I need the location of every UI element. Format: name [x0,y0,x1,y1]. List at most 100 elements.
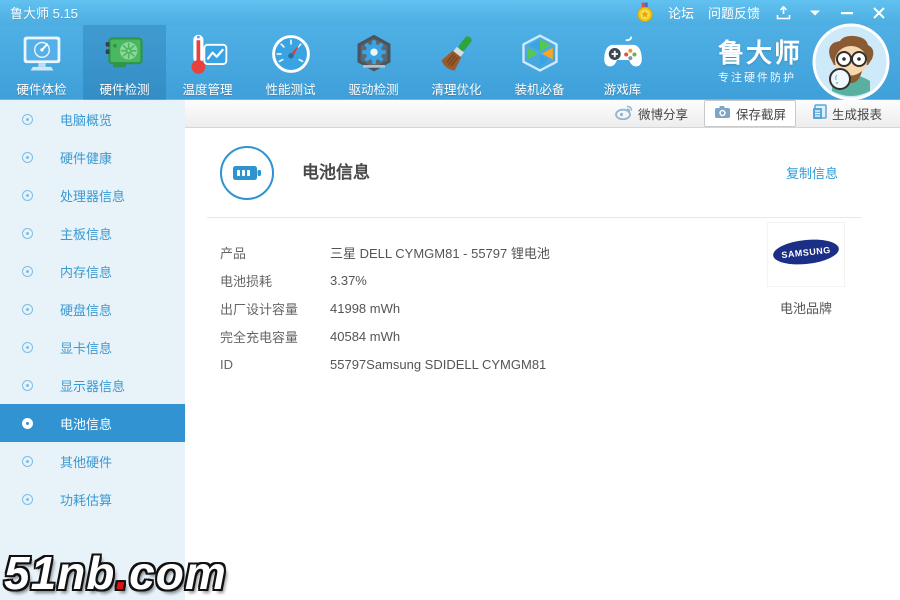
radio-bullet-icon [22,455,33,467]
radio-bullet-icon [22,265,33,277]
row-value: 3.37% [330,272,367,288]
main-toolbar: 硬件体检 硬件检测 温度管理 性能测试 驱动检测 清理优化 装机必备 游戏库 鲁… [0,23,900,101]
samsung-logo: SAMSUNG [768,223,844,286]
radio-bullet-icon [22,417,33,429]
content-header: 电池信息 复制信息 [185,129,900,217]
sidebar-item-cpu-info[interactable]: 处理器信息 [0,176,185,214]
tab-label: 温度管理 [182,83,233,97]
sidebar-item-memory-info[interactable]: 内存信息 [0,252,185,290]
radio-bullet-icon [22,379,33,391]
sidebar-item-gpu-info[interactable]: 显卡信息 [0,328,185,366]
sidebar-item-label: 处理器信息 [60,188,126,204]
app-window: 鲁大师 5.15 论坛 问题反馈 硬件体检 硬件检测 温度管理 性能测试 驱动检… [0,0,900,600]
mascot-avatar [812,23,890,101]
table-row: 完全充电容量 40584 mWh [220,322,900,350]
generate-report-button[interactable]: 生成报表 [812,104,882,123]
sidebar-item-monitor-info[interactable]: 显示器信息 [0,366,185,404]
sidebar-item-power-estimate[interactable]: 功耗估算 [0,480,185,518]
row-label: 电池损耗 [220,273,273,289]
sidebar-item-computer-overview[interactable]: 电脑概览 [0,100,185,138]
games-icon [600,31,646,77]
weibo-share-label: 微博分享 [637,108,688,122]
save-screenshot-button[interactable]: 保存截屏 [703,100,796,127]
share-icon[interactable] [774,5,792,21]
sidebar-item-label: 硬盘信息 [60,302,113,318]
sidebar-item-hardware-health[interactable]: 硬件健康 [0,138,185,176]
tab-label: 游戏库 [603,83,642,97]
radio-bullet-icon [22,113,33,125]
save-screenshot-label: 保存截屏 [735,108,786,122]
sidebar-item-label: 电脑概览 [60,112,113,128]
close-button[interactable] [870,5,888,21]
sidebar-item-label: 硬件健康 [60,150,113,166]
battery-brand-box: SAMSUNG 电池品牌 [768,223,844,317]
row-label: 完全充电容量 [220,329,299,345]
driver-icon [351,31,397,77]
essentials-icon [517,31,563,77]
tab-hardware-detect[interactable]: 硬件检测 [83,25,166,100]
radio-bullet-icon [22,189,33,201]
tab-label: 清理优化 [431,83,482,97]
tab-games[interactable]: 游戏库 [581,25,664,100]
sidebar-item-label: 功耗估算 [60,492,113,508]
tab-label: 硬件检测 [99,83,150,97]
sidebar-item-label: 显卡信息 [60,340,113,356]
sidebar: 电脑概览 硬件健康 处理器信息 主板信息 内存信息 硬盘信息 显卡信息 显示器信… [0,100,185,600]
action-bar: 微博分享 保存截屏 生成报表 [185,100,900,128]
brand-logo-area: 鲁大师 专注硬件防护 [688,23,900,101]
hardware-detect-icon [102,31,148,77]
tab-cleanup[interactable]: 清理优化 [415,25,498,100]
temperature-icon [185,31,231,77]
page-title: 电池信息 [302,163,370,182]
table-row: ID 55797Samsung SDIDELL CYMGM81 [220,350,900,378]
battery-icon [220,146,274,200]
tab-label: 性能测试 [265,83,316,97]
row-label: 出厂设计容量 [220,301,299,317]
feedback-link[interactable]: 问题反馈 [708,3,760,22]
watermark-51nb: 51nb.com [4,547,227,599]
row-value: 40584 mWh [330,328,401,344]
report-icon [812,104,827,123]
tab-temperature[interactable]: 温度管理 [166,25,249,100]
sidebar-item-label: 主板信息 [60,226,113,242]
weibo-share-button[interactable]: 微博分享 [615,104,688,123]
benchmark-icon [268,31,314,77]
tab-benchmark[interactable]: 性能测试 [249,25,332,100]
sidebar-item-other-hardware[interactable]: 其他硬件 [0,442,185,480]
forum-link[interactable]: 论坛 [668,3,694,22]
sidebar-item-battery-info[interactable]: 电池信息 [0,404,185,442]
tab-hardware-checkup[interactable]: 硬件体检 [0,25,83,100]
sidebar-item-label: 其他硬件 [60,454,113,470]
row-label: ID [220,356,233,372]
cleanup-icon [434,31,480,77]
app-title: 鲁大师 5.15 [10,6,78,21]
tab-label: 驱动检测 [348,83,399,97]
tab-essentials[interactable]: 装机必备 [498,25,581,100]
weibo-icon [615,104,633,123]
radio-bullet-icon [22,493,33,505]
chevron-down-icon[interactable] [806,5,824,21]
hardware-checkup-icon [19,31,65,77]
logo-slogan: 专注硬件防护 [718,72,796,84]
tab-label: 装机必备 [514,83,565,97]
tab-label: 硬件体检 [16,83,67,97]
row-value: 三星 DELL CYMGM81 - 55797 锂电池 [330,245,550,261]
sidebar-item-label: 内存信息 [60,264,113,280]
camera-icon [714,105,731,122]
battery-brand-label: 电池品牌 [779,301,832,316]
header-divider [207,217,862,218]
radio-bullet-icon [22,303,33,315]
content-panel: 电池信息 复制信息 产品 三星 DELL CYMGM81 - 55797 锂电池… [185,129,900,600]
logo-text: 鲁大师 [718,38,803,68]
sidebar-item-disk-info[interactable]: 硬盘信息 [0,290,185,328]
sidebar-item-label: 电池信息 [60,416,113,432]
radio-bullet-icon [22,341,33,353]
minimize-button[interactable] [838,5,856,21]
radio-bullet-icon [22,227,33,239]
radio-bullet-icon [22,151,33,163]
watermark-dot: . [115,547,130,599]
medal-icon [636,2,654,22]
tab-driver[interactable]: 驱动检测 [332,25,415,100]
copy-info-link[interactable]: 复制信息 [786,163,838,182]
sidebar-item-motherboard-info[interactable]: 主板信息 [0,214,185,252]
